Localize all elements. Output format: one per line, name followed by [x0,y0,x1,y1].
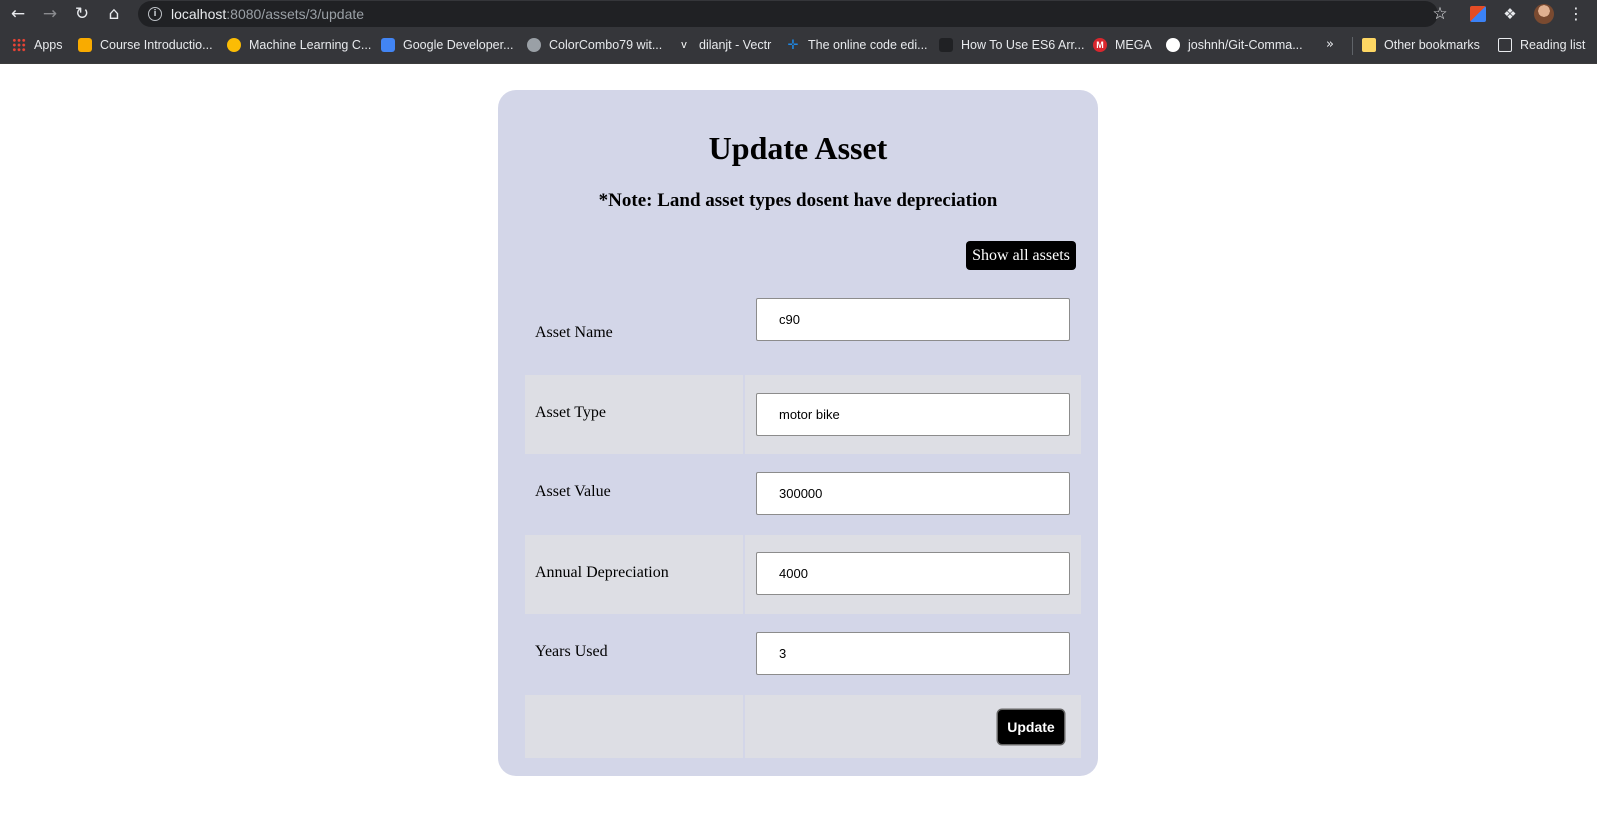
form-row-annual-depreciation: Annual Depreciation [525,535,1081,614]
bookmark-label: Apps [34,38,63,52]
mega-logo-icon: M [1093,38,1107,52]
google-developers-icon [381,38,395,52]
browser-toolbar: ← → ↻ ⌂ i localhost:8080/assets/3/update… [0,0,1597,28]
bookmark-label: Google Developer... [403,38,514,52]
bookmark-mega[interactable]: M MEGA [1093,28,1152,62]
bookmark-colorcombo[interactable]: ColorCombo79 wit... [527,28,662,62]
bookmark-label: Other bookmarks [1384,38,1480,52]
years-used-label: Years Used [535,643,608,660]
depreciation-note: *Note: Land asset types dosent have depr… [598,190,998,211]
bookmark-star-icon[interactable]: ☆ [1428,2,1452,26]
label-cell: Years Used [525,614,745,695]
bookmarks-divider [1352,37,1353,55]
bookmark-vectr[interactable]: v dilanjt - Vectr [677,28,771,62]
years-used-input[interactable] [756,632,1070,675]
bookmark-label: joshnh/Git-Comma... [1188,38,1303,52]
asset-name-input[interactable] [756,298,1070,341]
annual-depreciation-input[interactable] [756,552,1070,595]
label-cell: Asset Value [525,454,745,535]
form-row-asset-value: Asset Value [525,454,1081,535]
github-icon [1166,38,1180,52]
label-cell: Asset Name [525,294,745,375]
bookmark-label: dilanjt - Vectr [699,38,772,52]
home-icon[interactable]: ⌂ [102,2,126,26]
asset-type-label: Asset Type [535,404,607,421]
more-bookmarks-chevron-icon[interactable]: » [1326,28,1334,62]
course-favicon-icon [78,38,92,52]
asset-name-label: Asset Name [535,324,613,341]
bookmark-es6-arrow[interactable]: How To Use ES6 Arr... [939,28,1084,62]
empty-label-cell [525,695,745,758]
url-host: localhost [171,6,227,22]
bookmark-label: Reading list [1520,38,1586,52]
site-info-icon[interactable]: i [148,7,162,21]
label-cell: Annual Depreciation [525,535,745,614]
bookmark-online-code-editor[interactable]: ✛ The online code edi... [786,28,928,62]
asset-type-input[interactable] [756,393,1070,436]
bookmark-google-developer[interactable]: Google Developer... [381,28,514,62]
asset-value-input[interactable] [756,472,1070,515]
form-row-years-used: Years Used [525,614,1081,695]
label-cell: Asset Type [525,375,745,454]
update-button[interactable]: Update [998,710,1064,744]
form-row-asset-name: Asset Name [525,294,1081,375]
url-text[interactable]: localhost:8080/assets/3/update [171,1,364,27]
bookmark-machine-learning[interactable]: Machine Learning C... [227,28,371,62]
bookmark-apps[interactable]: Apps [12,28,63,62]
extension-icon[interactable] [1470,6,1486,22]
asset-value-label: Asset Value [535,483,611,500]
es6-favicon-icon [939,38,953,52]
update-asset-card: Update Asset *Note: Land asset types dos… [498,90,1098,776]
reading-list[interactable]: Reading list [1498,28,1585,62]
annual-depreciation-label: Annual Depreciation [535,564,669,581]
forward-arrow-icon[interactable]: → [38,2,62,26]
apps-grid-icon [12,38,26,52]
form-row-submit: Update [525,695,1081,758]
bookmarks-bar: Apps Course Introductio... Machine Learn… [0,28,1597,64]
bookmark-label: Course Introductio... [100,38,213,52]
extensions-puzzle-icon[interactable]: ❖ [1502,6,1518,22]
show-all-assets-button[interactable]: Show all assets [966,241,1076,270]
folder-icon [1362,38,1376,52]
reading-list-icon [1498,38,1512,52]
back-arrow-icon[interactable]: ← [6,2,30,26]
url-path: :8080/assets/3/update [226,6,365,22]
lightning-icon: ✛ [786,37,800,52]
bookmark-label: How To Use ES6 Arr... [961,38,1085,52]
form-row-asset-type: Asset Type [525,375,1081,454]
bookmark-course-introduction[interactable]: Course Introductio... [78,28,213,62]
colorcombo-lock-icon [527,38,541,52]
bookmark-label: Machine Learning C... [249,38,372,52]
ml-favicon-icon [227,38,241,52]
reload-icon[interactable]: ↻ [70,2,94,26]
profile-avatar[interactable] [1534,4,1554,24]
bookmark-git-commands[interactable]: joshnh/Git-Comma... [1166,28,1303,62]
page-title: Update Asset [708,130,888,166]
bookmark-label: ColorCombo79 wit... [549,38,663,52]
vectr-logo-icon: v [677,38,691,52]
bookmark-label: MEGA [1115,38,1152,52]
address-bar[interactable]: i localhost:8080/assets/3/update [138,1,1438,27]
other-bookmarks-folder[interactable]: Other bookmarks [1362,28,1480,62]
bookmark-label: The online code edi... [808,38,928,52]
browser-menu-icon[interactable]: ⋮ [1568,2,1584,26]
